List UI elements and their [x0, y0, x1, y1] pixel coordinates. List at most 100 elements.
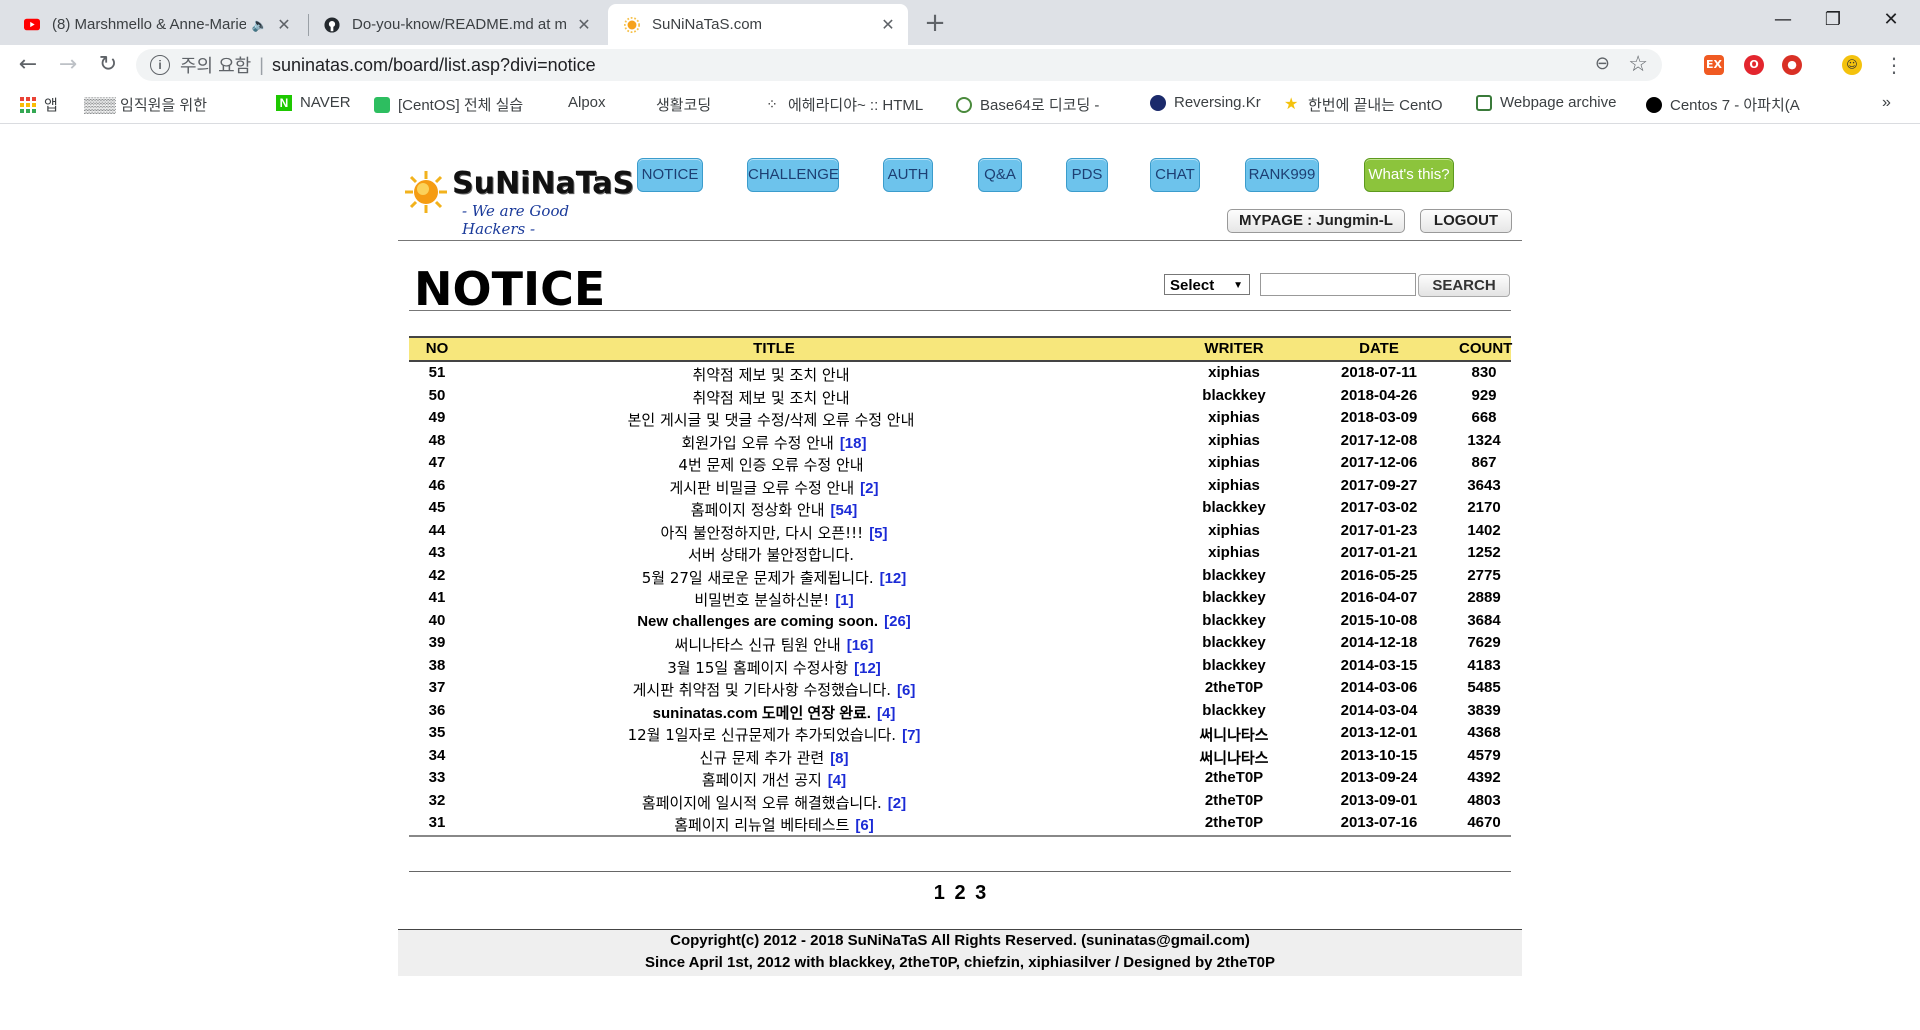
row-title-cell[interactable]: 취약점 제보 및 조치 안내 [489, 387, 1059, 408]
table-row[interactable]: 45 홈페이지 정상화 안내 [54] blackkey 2017-03-02 2170 [409, 497, 1511, 520]
page-link-2[interactable]: 2 [954, 882, 965, 904]
bookmark-star-icon[interactable]: ☆ [1628, 51, 1648, 77]
menu-kebab-icon[interactable]: ⋮ [1880, 51, 1908, 79]
post-title-link[interactable]: 홈페이지 리뉴얼 베타테스트 [674, 816, 849, 834]
post-title-link[interactable]: 5월 27일 새로운 문제가 출제됩니다. [642, 569, 874, 587]
table-row[interactable]: 48 회원가입 오류 수정 안내 [18] xiphias 2017-12-08 1324 [409, 430, 1511, 453]
post-title-link[interactable]: 회원가입 오류 수정 안내 [682, 434, 834, 452]
table-row[interactable]: 38 3월 15일 홈페이지 수정사항 [12] blackkey 2014-03-15… [409, 655, 1511, 678]
row-title-cell[interactable]: New challenges are coming soon. [26] [489, 612, 1059, 630]
table-row[interactable]: 50 취약점 제보 및 조치 안내 blackkey 2018-04-26 929 [409, 385, 1511, 408]
post-title-link[interactable]: 써니나타스 신규 팀원 안내 [675, 636, 841, 654]
bookmark-item[interactable]: Base64로 디코딩 - [956, 94, 1126, 115]
url-text[interactable]: suninatas.com/board/list.asp?divi=notice [272, 55, 596, 76]
table-row[interactable]: 42 5월 27일 새로운 문제가 출제됩니다. [12] blackkey 2016-… [409, 565, 1511, 588]
post-title-link[interactable]: New challenges are coming soon. [637, 613, 878, 630]
bookmark-item[interactable]: 생활코딩 [656, 94, 711, 234]
table-row[interactable]: 31 홈페이지 리뉴얼 베타테스트 [6] 2theT0P 2013-07-16 4670 [409, 812, 1511, 835]
bookmarks-overflow-icon[interactable]: » [1882, 94, 1891, 112]
bookmark-item[interactable]: ⁘ 에헤라디야~ :: HTML [764, 94, 934, 115]
nav-whats-this[interactable]: What's this? [1364, 158, 1454, 192]
close-tab-icon[interactable]: ✕ [274, 15, 294, 35]
table-row[interactable]: 40 New challenges are coming soon. [26] bla… [409, 610, 1511, 633]
new-tab-button[interactable]: + [920, 8, 950, 38]
post-title-link[interactable]: 서버 상태가 불안정합니다. [688, 546, 854, 564]
table-row[interactable]: 47 4번 문제 인증 오류 수정 안내 xiphias 2017-12-06 867 [409, 452, 1511, 475]
table-row[interactable]: 41 비밀번호 분실하신분! [1] blackkey 2016-04-07 2889 [409, 587, 1511, 610]
row-title-cell[interactable]: 본인 게시글 및 댓글 수정/삭제 오류 수정 안내 [489, 409, 1059, 430]
search-input[interactable] [1260, 273, 1416, 296]
search-button[interactable]: SEARCH [1418, 274, 1510, 297]
logout-button[interactable]: LOGOUT [1420, 209, 1512, 233]
row-title-cell[interactable]: 취약점 제보 및 조치 안내 [489, 364, 1059, 385]
row-title-cell[interactable]: 아직 불안정하지만, 다시 오픈!!! [5] [489, 522, 1059, 543]
post-title-link[interactable]: 본인 게시글 및 댓글 수정/삭제 오류 수정 안내 [628, 411, 915, 429]
row-title-cell[interactable]: 3월 15일 홈페이지 수정사항 [12] [489, 657, 1059, 678]
bookmark-item[interactable]: ▒▒▒ 임직원을 위한 [84, 94, 254, 115]
zoom-icon[interactable]: ⊖ [1595, 53, 1610, 74]
row-title-cell[interactable]: 회원가입 오류 수정 안내 [18] [489, 432, 1059, 453]
table-row[interactable]: 35 12월 1일자로 신규문제가 추가되었습니다. [7] 써니나타스 2013-12… [409, 722, 1511, 745]
row-title-cell[interactable]: 게시판 비밀글 오류 수정 안내 [2] [489, 477, 1059, 498]
table-row[interactable]: 39 써니나타스 신규 팀원 안내 [16] blackkey 2014-12-18 76… [409, 632, 1511, 655]
bookmark-item[interactable]: Webpage archive [1476, 94, 1616, 111]
profile-avatar[interactable]: ☺ [1842, 55, 1862, 75]
window-close-icon[interactable]: ✕ [1868, 4, 1914, 36]
post-title-link[interactable]: 4번 문제 인증 오류 수정 안내 [678, 456, 863, 474]
site-logo[interactable]: SuNiNaTaS - We are Good Hackers - [404, 162, 634, 238]
extension-ex-icon[interactable]: EX [1704, 55, 1724, 75]
tab-github[interactable]: Do-you-know/README.md at m ✕ [308, 4, 604, 45]
bookmark-item[interactable]: Reversing.Kr [1150, 94, 1261, 111]
bookmark-item[interactable]: [CentOS] 전체 실습 [374, 94, 544, 115]
table-row[interactable]: 32 홈페이지에 일시적 오류 해결했습니다. [2] 2theT0P 2013-09-… [409, 790, 1511, 813]
page-link-3[interactable]: 3 [975, 882, 986, 904]
post-title-link[interactable]: 비밀번호 분실하신분! [694, 591, 829, 609]
back-icon[interactable]: ← [14, 51, 42, 79]
forward-icon[interactable]: → [54, 51, 82, 79]
row-title-cell[interactable]: 서버 상태가 불안정합니다. [489, 544, 1059, 565]
bookmark-item[interactable]: Alpox [568, 94, 606, 234]
nav-challenge[interactable]: CHALLENGE [747, 158, 839, 192]
nav-pds[interactable]: PDS [1066, 158, 1108, 192]
row-title-cell[interactable]: 홈페이지 개선 공지 [4] [489, 769, 1059, 790]
nav-auth[interactable]: AUTH [883, 158, 933, 192]
extension-opera-icon[interactable]: O [1744, 55, 1764, 75]
table-row[interactable]: 44 아직 불안정하지만, 다시 오픈!!! [5] xiphias 2017-01-2… [409, 520, 1511, 543]
search-select[interactable]: Select ▼ [1164, 274, 1250, 295]
extension-red-icon[interactable]: ● [1782, 55, 1802, 75]
reload-icon[interactable]: ↻ [94, 51, 122, 79]
address-bar[interactable]: i 주의 요함 | suninatas.com/board/list.asp?d… [136, 49, 1662, 81]
row-title-cell[interactable]: 5월 27일 새로운 문제가 출제됩니다. [12] [489, 567, 1059, 588]
post-title-link[interactable]: 홈페이지 개선 공지 [702, 771, 822, 789]
post-title-link[interactable]: 아직 불안정하지만, 다시 오픈!!! [660, 524, 863, 542]
post-title-link[interactable]: 홈페이지 정상화 안내 [691, 501, 825, 519]
close-tab-icon[interactable]: ✕ [574, 15, 594, 35]
row-title-cell[interactable]: 12월 1일자로 신규문제가 추가되었습니다. [7] [489, 724, 1059, 745]
table-row[interactable]: 36 suninatas.com 도메인 연장 완료. [4] blackkey 201… [409, 700, 1511, 723]
speaker-icon[interactable]: 🔈 [252, 17, 268, 33]
bookmark-naver[interactable]: N NAVER [276, 94, 351, 111]
post-title-link[interactable]: suninatas.com 도메인 연장 완료. [653, 705, 871, 722]
tab-youtube[interactable]: (8) Marshmello & Anne-Marie 🔈 ✕ [8, 4, 304, 45]
table-row[interactable]: 37 게시판 취약점 및 기타사항 수정했습니다. [6] 2theT0P 2014-0… [409, 677, 1511, 700]
post-title-link[interactable]: 홈페이지에 일시적 오류 해결했습니다. [642, 794, 882, 812]
row-title-cell[interactable]: 신규 문제 추가 관련 [8] [489, 747, 1059, 768]
mypage-button[interactable]: MYPAGE : Jungmin-L [1227, 209, 1405, 233]
row-title-cell[interactable]: 비밀번호 분실하신분! [1] [489, 589, 1059, 610]
post-title-link[interactable]: 12월 1일자로 신규문제가 추가되었습니다. [628, 726, 897, 744]
info-icon[interactable]: i [150, 55, 170, 75]
bookmark-item[interactable]: Centos 7 - 아파치(A [1646, 94, 1816, 115]
bookmark-apps[interactable]: 앱 [20, 94, 58, 115]
row-title-cell[interactable]: 써니나타스 신규 팀원 안내 [16] [489, 634, 1059, 655]
post-title-link[interactable]: 3월 15일 홈페이지 수정사항 [667, 659, 848, 677]
table-row[interactable]: 49 본인 게시글 및 댓글 수정/삭제 오류 수정 안내 xiphias 2018-… [409, 407, 1511, 430]
minimize-icon[interactable]: — [1760, 4, 1806, 36]
table-row[interactable]: 51 취약점 제보 및 조치 안내 xiphias 2018-07-11 830 [409, 362, 1511, 385]
tab-suninatas[interactable]: SuNiNaTaS.com ✕ [608, 4, 908, 45]
post-title-link[interactable]: 취약점 제보 및 조치 안내 [692, 389, 849, 407]
row-title-cell[interactable]: 홈페이지에 일시적 오류 해결했습니다. [2] [489, 792, 1059, 813]
row-title-cell[interactable]: 4번 문제 인증 오류 수정 안내 [489, 454, 1059, 475]
table-row[interactable]: 33 홈페이지 개선 공지 [4] 2theT0P 2013-09-24 4392 [409, 767, 1511, 790]
close-tab-icon[interactable]: ✕ [878, 15, 898, 35]
table-row[interactable]: 46 게시판 비밀글 오류 수정 안내 [2] xiphias 2017-09-27 36… [409, 475, 1511, 498]
